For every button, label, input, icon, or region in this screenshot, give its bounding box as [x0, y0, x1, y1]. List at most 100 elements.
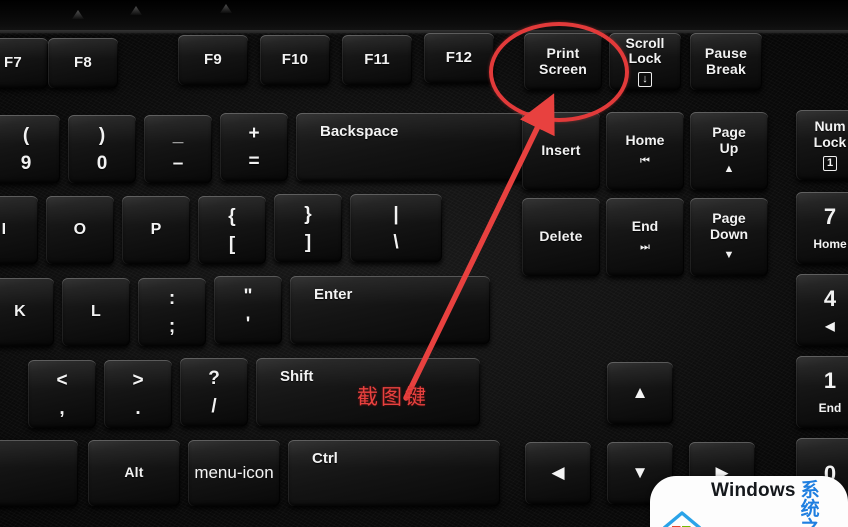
key-semicolon[interactable]: :; [138, 278, 206, 346]
key-legend-base: = [248, 150, 260, 172]
key-k[interactable]: K [0, 278, 54, 346]
key-o[interactable]: O [46, 196, 114, 264]
key-glyph: ▲ [631, 383, 649, 402]
screenshot-key-caption: 截图键 [357, 385, 429, 409]
key-legend-base: ] [304, 231, 312, 253]
keyboard-photo: F7 F8 F9 F10 F11 F12 Print Screen Scroll Lock ↓ P… [0, 0, 848, 527]
key-legend-secondary: End [818, 401, 842, 415]
key-l[interactable]: L [62, 278, 130, 346]
key-legend: Home [625, 131, 665, 148]
key-minus[interactable]: _ – [144, 115, 212, 183]
key-insert[interactable]: Insert [522, 112, 600, 190]
key-equals[interactable]: + = [220, 113, 288, 181]
key-f10[interactable]: F10 [260, 35, 330, 85]
key-legend-base: . [135, 397, 141, 419]
keyboard-top-bezel [0, 0, 848, 33]
key-legend: F10 [281, 50, 309, 68]
key-legend: F8 [74, 53, 92, 71]
key-legend-shifted: { [228, 205, 236, 227]
key-glyph: ▲ [723, 162, 735, 175]
key-backslash[interactable]: | \ [350, 194, 442, 262]
key-slash[interactable]: ? / [180, 358, 248, 426]
key-legend: Backspace [320, 123, 399, 140]
key-legend: F9 [204, 50, 222, 68]
print-screen-highlight-ellipse [489, 22, 629, 122]
key-f11[interactable]: F11 [342, 35, 412, 85]
key-legend: Enter [314, 286, 353, 303]
key-legend-base: 9 [20, 152, 32, 174]
key-legend-shifted: : [168, 287, 176, 309]
key-glyph: ◀ [551, 463, 565, 482]
key-legend-primary: 7 [823, 204, 837, 229]
key-i[interactable]: I [0, 196, 38, 264]
key-delete[interactable]: Delete [522, 198, 600, 276]
key-pause-break[interactable]: Pause Break [690, 33, 762, 90]
watermark-text: Windows 系统之家 www.bjjmlv.com [711, 481, 834, 527]
key-legend: L [91, 303, 101, 321]
key-legend: End [631, 217, 659, 234]
key-legend-shifted: > [132, 369, 144, 391]
key-legend-base: ' [245, 313, 251, 335]
key-legend-base: , [59, 397, 65, 419]
key-glyph: ⏭ [640, 241, 650, 254]
key-legend: Page Down [709, 210, 749, 242]
key-legend-shifted: " [243, 285, 253, 307]
key-numpad-1[interactable]: 1 End [796, 356, 848, 428]
key-legend: Ctrl [312, 450, 338, 467]
key-f8[interactable]: F8 [48, 38, 118, 88]
key-legend-shifted: ( [22, 124, 30, 146]
key-legend: Alt [124, 464, 144, 481]
key-legend: O [73, 221, 87, 239]
key-f12[interactable]: F12 [424, 33, 494, 83]
key-legend: K [14, 303, 26, 321]
key-bracket-left[interactable]: {[ [198, 196, 266, 264]
key-f9[interactable]: F9 [178, 35, 248, 85]
key-legend-primary: 1 [823, 368, 837, 393]
key-backspace[interactable]: Backspace [296, 113, 524, 181]
key-0[interactable]: ) 0 [68, 115, 136, 183]
key-numpad-7[interactable]: 7 Home [796, 192, 848, 264]
key-end[interactable]: End ⏭ [606, 198, 684, 276]
key-legend-secondary: Home [813, 237, 847, 251]
key-page-up[interactable]: Page Up ▲ [690, 112, 768, 190]
key-glyph: 1 [822, 153, 838, 171]
key-legend: Page Up [712, 124, 746, 156]
key-numpad-4[interactable]: 4 ◀ [796, 274, 848, 346]
key-legend-base: 0 [96, 152, 108, 174]
key-glyph: ▼ [723, 248, 735, 261]
key-home[interactable]: Home ⏮ [606, 112, 684, 190]
key-legend-shifted: ) [98, 124, 106, 146]
key-menu[interactable]: menu-icon [188, 440, 280, 506]
key-legend-secondary: ◀ [825, 319, 835, 333]
key-enter[interactable]: Enter [290, 276, 490, 344]
key-comma[interactable]: <, [28, 360, 96, 428]
key-legend-shifted: } [304, 203, 312, 225]
key-f7[interactable]: F7 [0, 38, 48, 88]
key-arrow-left[interactable]: ◀ [525, 442, 591, 504]
key-9[interactable]: (9 [0, 115, 60, 183]
key-space[interactable] [0, 440, 78, 506]
key-legend: Delete [539, 228, 583, 245]
windows-house-logo-icon [660, 509, 704, 527]
key-glyph: ↓ [638, 69, 652, 88]
key-arrow-up[interactable]: ▲ [607, 362, 673, 424]
key-quote[interactable]: " ' [214, 276, 282, 344]
key-legend: Pause Break [704, 45, 748, 77]
key-num-lock[interactable]: Num Lock 1 [796, 110, 848, 180]
key-legend-shifted: | [393, 203, 399, 225]
key-legend: Shift [280, 368, 314, 385]
key-glyph: ▼ [631, 463, 649, 482]
key-p[interactable]: P [122, 196, 190, 264]
key-legend: Num Lock [813, 118, 847, 150]
key-alt-right[interactable]: Alt [88, 440, 180, 506]
key-ctrl-right[interactable]: Ctrl [288, 440, 500, 506]
key-legend: F12 [445, 48, 473, 66]
watermark-brand-cn: 系统之家 [800, 479, 820, 527]
key-bracket-right[interactable]: }] [274, 194, 342, 262]
key-page-down[interactable]: Page Down ▼ [690, 198, 768, 276]
key-period[interactable]: >. [104, 360, 172, 428]
key-legend-shifted: _ [172, 124, 184, 146]
key-legend: F7 [4, 53, 22, 71]
key-legend-primary: 4 [823, 286, 837, 311]
key-glyph: menu-icon [194, 463, 274, 482]
